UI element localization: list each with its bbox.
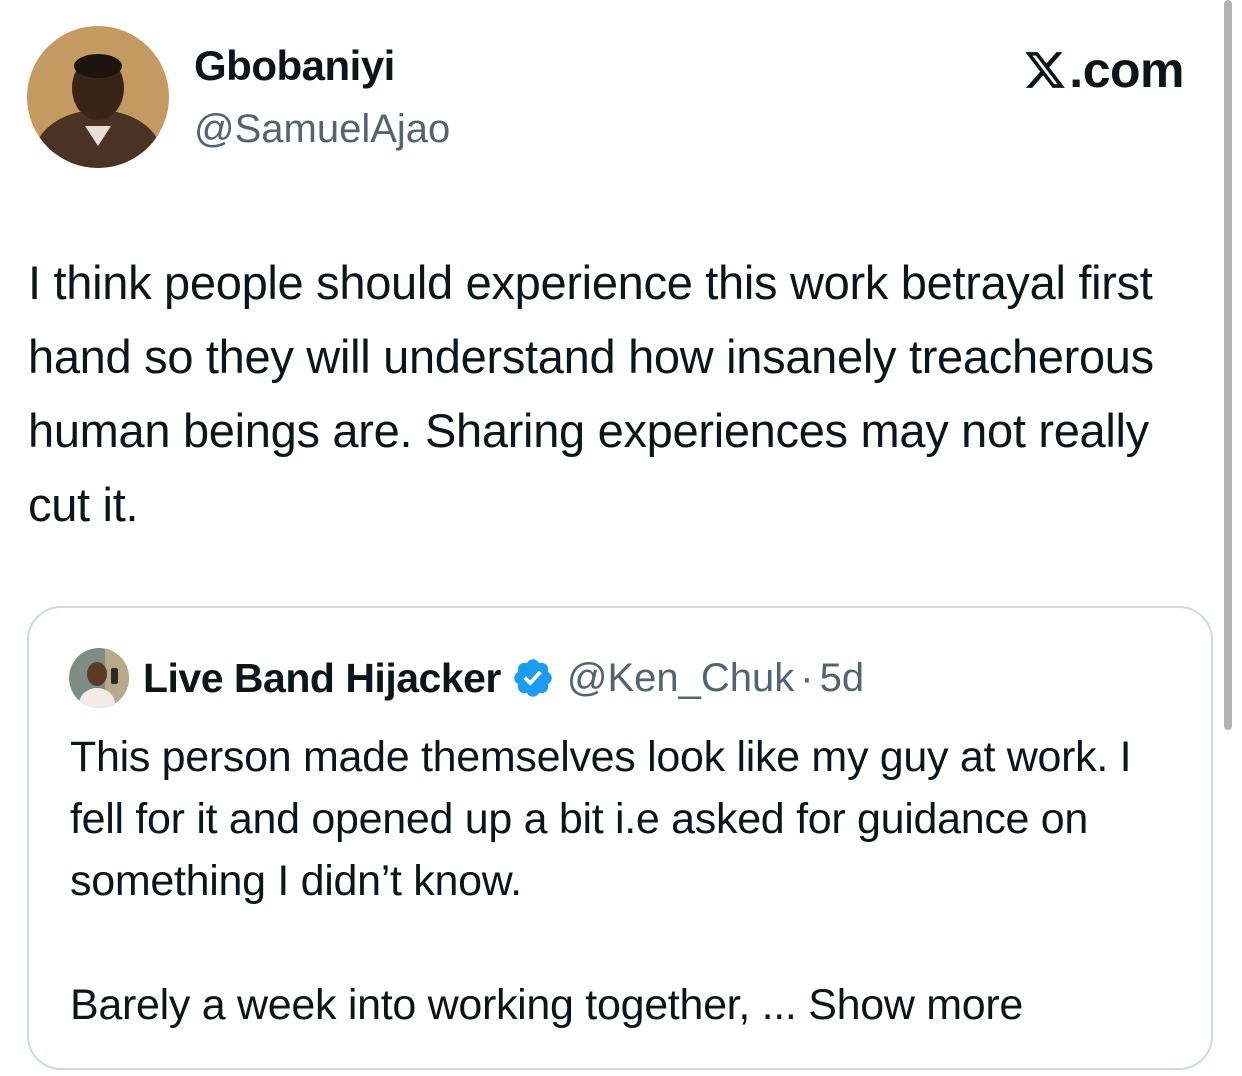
quoted-tweet-paragraph-truncated: Barely a week into working together, ...…	[70, 974, 1190, 1036]
header-separator: ·	[800, 655, 814, 700]
quoted-tweet-time[interactable]: 5d	[820, 656, 865, 701]
quoted-tweet-card[interactable]: Live Band Hijacker @Ken_Chuk · 5d This p…	[27, 606, 1213, 1070]
brand-watermark: .com	[1023, 40, 1184, 100]
tweet-text: I think people should experience this wo…	[28, 256, 1154, 531]
quoted-tweet-text: This person made themselves look like my…	[70, 726, 1190, 1036]
truncated-text: Barely a week into working together, ...	[70, 981, 809, 1029]
vertical-scrollbar[interactable]	[1224, 0, 1232, 730]
quoted-avatar-image	[69, 648, 129, 708]
quoted-tweet-header: Live Band Hijacker @Ken_Chuk · 5d	[143, 652, 864, 704]
quoted-author-avatar[interactable]	[69, 648, 129, 708]
quoted-tweet-paragraph: This person made themselves look like my…	[70, 733, 1132, 905]
brand-suffix: .com	[1069, 42, 1184, 98]
author-display-name[interactable]: Gbobaniyi	[194, 40, 395, 92]
author-handle[interactable]: @SamuelAjao	[194, 104, 450, 154]
verified-badge-icon	[514, 659, 552, 697]
author-avatar[interactable]	[27, 26, 169, 168]
author-avatar-image	[27, 26, 169, 168]
x-logo-icon	[1025, 52, 1066, 88]
show-more-link[interactable]: Show more	[808, 981, 1023, 1029]
quoted-author-handle[interactable]: @Ken_Chuk	[567, 656, 794, 701]
quoted-author-name[interactable]: Live Band Hijacker	[143, 655, 501, 702]
